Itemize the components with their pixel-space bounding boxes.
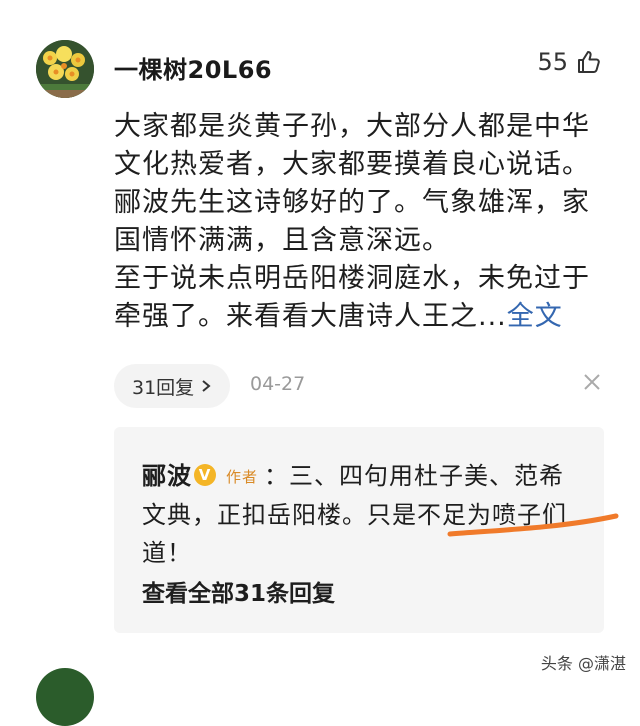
comment-date: 04-27 <box>250 373 306 395</box>
like-count: 55 <box>537 48 568 76</box>
comment-paragraph: 郦波先生这诗够好的了。气象雄浑，家国情怀满满，且含意深远。 <box>114 187 590 256</box>
flower-photo <box>36 40 94 98</box>
reply-count-label: 31回复 <box>132 376 195 399</box>
reply-count-button[interactable]: 31回复 <box>114 364 231 408</box>
view-all-replies-link[interactable]: 查看全部31条回复 <box>142 574 335 608</box>
comment-paragraph-last: 至于说未点明岳阳楼洞庭水，未免过于牵强了。来看看大唐诗人王之...全文 <box>114 260 614 336</box>
close-icon[interactable] <box>582 372 602 392</box>
orange-underline-annotation <box>447 513 619 537</box>
verified-badge-icon: V <box>194 464 216 486</box>
next-comment-avatar[interactable] <box>36 668 94 726</box>
watermark: 头条 @潇湛 <box>540 654 626 673</box>
commenter-name[interactable]: 一棵树20L66 <box>114 50 272 85</box>
full-text-link[interactable]: 全文 <box>507 301 563 332</box>
chevron-right-icon <box>202 380 211 392</box>
thumbs-up-icon[interactable] <box>576 49 602 75</box>
commenter-avatar[interactable] <box>36 40 94 98</box>
like-control[interactable]: 55 <box>537 48 602 76</box>
author-tag: 作者 <box>226 468 259 486</box>
comment-paragraph: 大家都是炎黄子孙，大部分人都是中华文化热爱者，大家都要摸着良心说话。 <box>114 111 590 180</box>
reply-author-name[interactable]: 郦波 <box>142 462 192 490</box>
comment-body: 大家都是炎黄子孙，大部分人都是中华文化热爱者，大家都要摸着良心说话。 郦波先生这… <box>114 108 614 336</box>
